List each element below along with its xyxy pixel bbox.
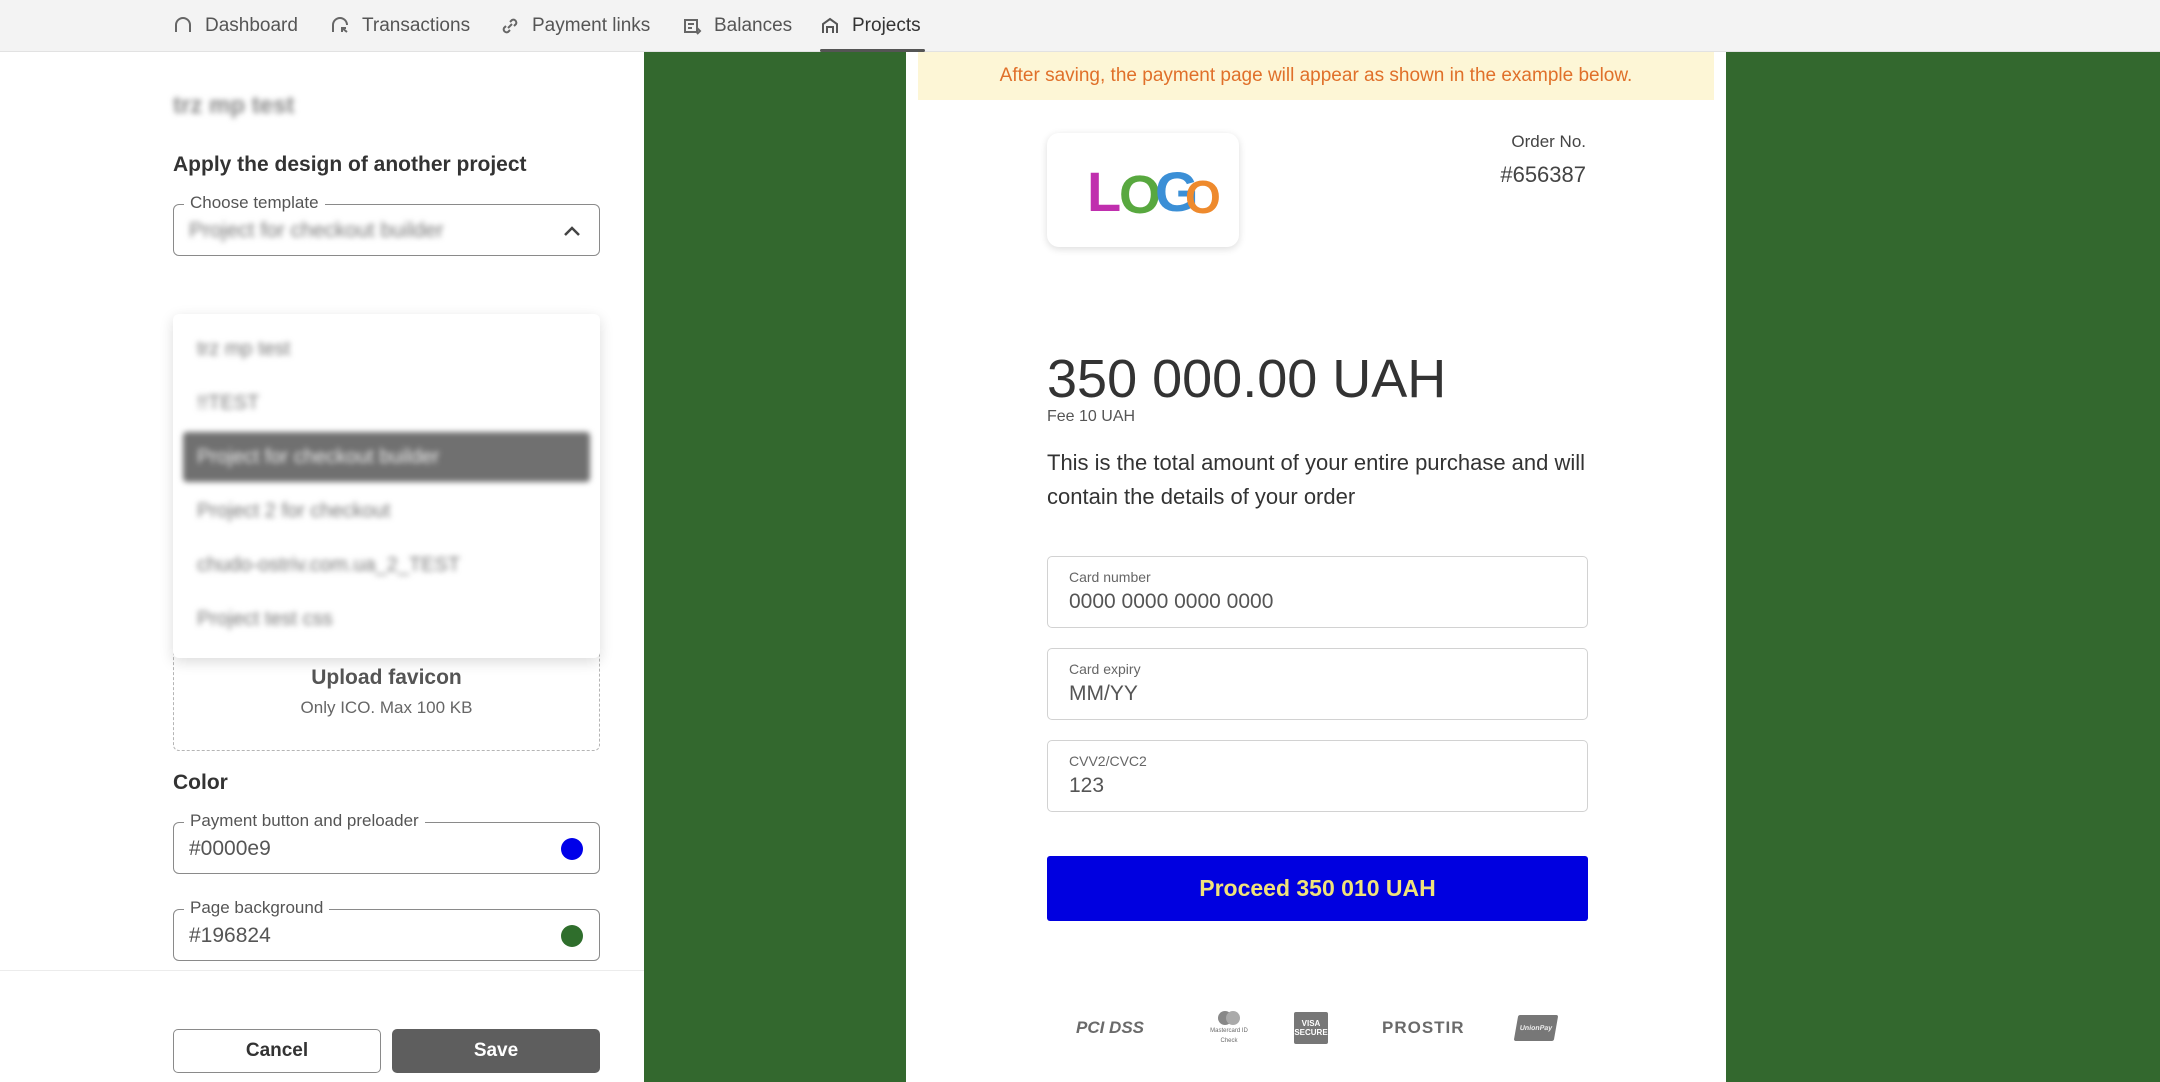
cvv-label: CVV2/CVC2 — [1069, 753, 1147, 769]
nav-dashboard[interactable]: Dashboard — [173, 0, 298, 52]
merchant-logo: L O G O — [1047, 133, 1239, 247]
visa-secure-badge: VISA SECURE — [1294, 1012, 1328, 1044]
mastercard-id-check-badge: Mastercard ID Check — [1204, 1008, 1254, 1048]
prostir-badge: PROSTIR — [1382, 1018, 1465, 1037]
top-navigation: Dashboard Transactions Payment links Bal… — [0, 0, 2160, 52]
project-title: trz mp test — [173, 92, 295, 119]
pci-dss-badge: PCI DSS — [1076, 1018, 1145, 1037]
projects-icon — [822, 17, 838, 33]
proceed-payment-button[interactable]: Proceed 350 010 UAH — [1047, 856, 1588, 921]
page-background-color-field[interactable]: Page background #196824 — [173, 898, 600, 961]
dropdown-option-selected[interactable]: Project for checkout builder — [183, 432, 590, 482]
upload-favicon-title: Upload favicon — [311, 666, 462, 689]
design-heading: Apply the design of another project — [173, 153, 527, 176]
nav-label: Transactions — [362, 15, 471, 36]
unionpay-badge: UnionPay — [1513, 1015, 1559, 1041]
dropdown-option[interactable]: trz mp test — [183, 324, 590, 374]
svg-text:L: L — [1087, 160, 1121, 223]
color-swatch-blue[interactable] — [561, 838, 583, 860]
order-number-value: #656387 — [1500, 162, 1586, 187]
transactions-icon — [332, 17, 348, 33]
color-heading: Color — [173, 771, 228, 794]
svg-text:O: O — [1185, 171, 1221, 223]
dropdown-option[interactable]: chudo-ostriv.com.ua_2_TEST — [183, 540, 590, 590]
payment-amount: 350 000.00 UAH — [1047, 349, 1447, 409]
nav-label: Payment links — [532, 15, 651, 36]
card-number-input[interactable]: Card number 0000 0000 0000 0000 — [1047, 556, 1588, 628]
payment-page-preview: After saving, the payment page will appe… — [906, 52, 1726, 1082]
dropdown-option[interactable]: !!TEST — [183, 378, 590, 428]
nav-label: Dashboard — [205, 15, 298, 36]
preview-info-banner: After saving, the payment page will appe… — [918, 52, 1714, 100]
template-select-legend: Choose template — [184, 193, 325, 213]
card-number-placeholder: 0000 0000 0000 0000 — [1069, 590, 1274, 613]
settings-panel: trz mp test Apply the design of another … — [0, 52, 644, 1082]
card-expiry-input[interactable]: Card expiry MM/YY — [1047, 648, 1588, 720]
nav-label: Projects — [852, 15, 921, 36]
card-number-label: Card number — [1069, 569, 1151, 585]
nav-payment-links[interactable]: Payment links — [500, 0, 650, 52]
nav-label: Balances — [714, 15, 793, 36]
save-button[interactable]: Save — [392, 1029, 600, 1073]
template-select[interactable]: Choose template Project for checkout bui… — [173, 193, 600, 256]
cvv-placeholder: 123 — [1069, 774, 1105, 797]
payment-description: This is the total amount of your entire … — [1047, 450, 1586, 509]
home-icon — [175, 17, 191, 32]
template-select-value: Project for checkout builder — [189, 219, 444, 242]
security-badges: PCI DSS Mastercard ID Check VISA SECURE … — [1076, 1008, 1596, 1048]
page-background-color-value: #196824 — [189, 924, 271, 947]
cvv-input[interactable]: CVV2/CVC2 123 — [1047, 740, 1588, 812]
template-dropdown-menu: trz mp test !!TEST Project for checkout … — [173, 314, 600, 658]
color-swatch-green[interactable] — [561, 925, 583, 947]
order-number-label: Order No. — [1511, 132, 1586, 151]
payment-button-color-legend: Payment button and preloader — [184, 811, 425, 831]
dropdown-option[interactable]: Project 2 for checkout — [183, 486, 590, 536]
payment-button-color-value: #0000e9 — [189, 837, 271, 860]
page-background-color-legend: Page background — [184, 898, 330, 918]
mastercard-icon — [1218, 1011, 1240, 1025]
form-footer: Cancel Save — [0, 970, 644, 1082]
nav-balances[interactable]: Balances — [682, 0, 792, 52]
nav-transactions[interactable]: Transactions — [330, 0, 470, 52]
cancel-button[interactable]: Cancel — [173, 1029, 381, 1073]
balances-icon — [684, 19, 702, 35]
payment-fee: Fee 10 UAH — [1047, 408, 1136, 425]
payment-button-color-field[interactable]: Payment button and preloader #0000e9 — [173, 811, 600, 874]
chevron-up-icon[interactable] — [561, 220, 583, 242]
logo-image: L O G O — [1087, 160, 1221, 225]
dropdown-option[interactable]: Project test css — [183, 594, 590, 644]
card-expiry-label: Card expiry — [1069, 661, 1141, 677]
card-expiry-placeholder: MM/YY — [1069, 682, 1138, 705]
nav-projects[interactable]: Projects — [820, 0, 925, 52]
upload-favicon-hint: Only ICO. Max 100 KB — [300, 698, 473, 717]
link-icon — [502, 18, 518, 34]
